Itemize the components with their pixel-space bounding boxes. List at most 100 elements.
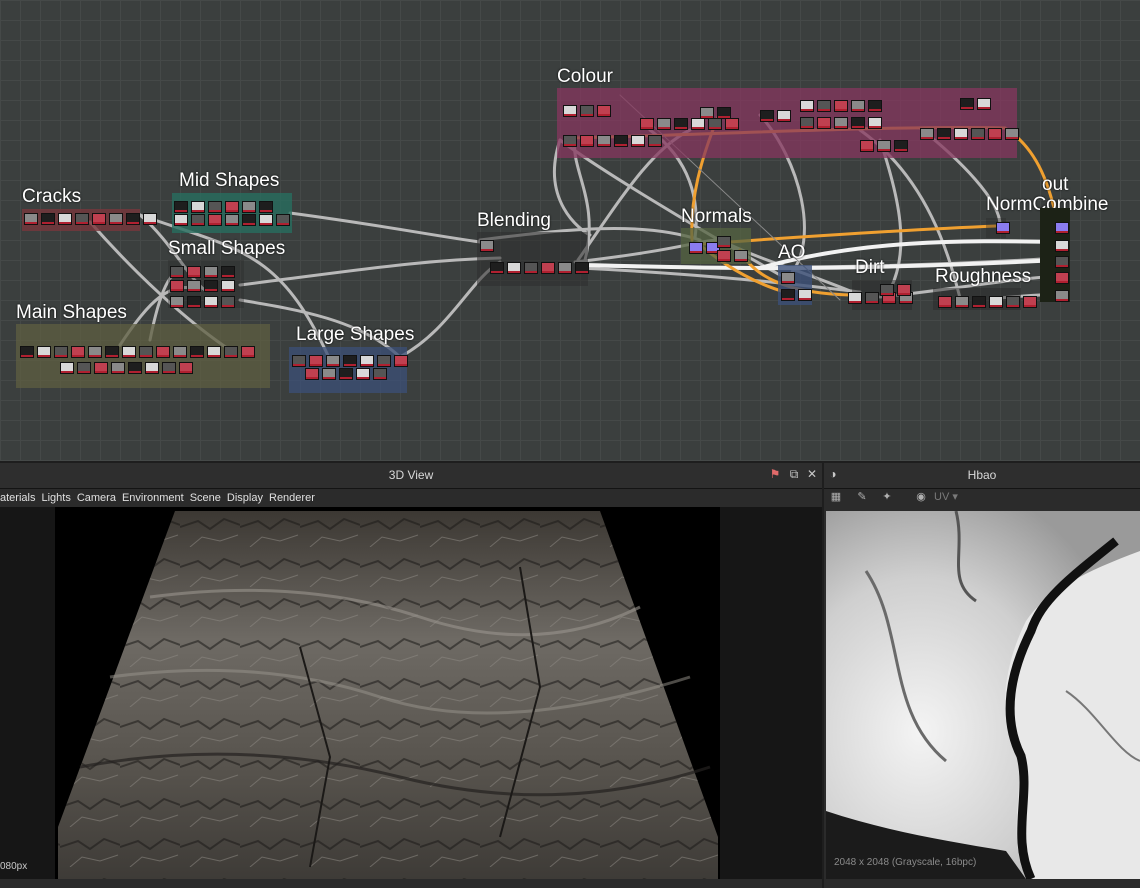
graph-node[interactable] bbox=[920, 128, 934, 140]
graph-node[interactable] bbox=[94, 362, 108, 374]
menu-display[interactable]: Display bbox=[227, 492, 263, 504]
graph-node[interactable] bbox=[490, 262, 504, 274]
graph-node[interactable] bbox=[221, 280, 235, 292]
graph-node[interactable] bbox=[225, 214, 239, 226]
graph-node[interactable] bbox=[156, 346, 170, 358]
graph-node[interactable] bbox=[977, 98, 991, 110]
graph-node[interactable] bbox=[648, 135, 662, 147]
graph-node[interactable] bbox=[894, 140, 908, 152]
graph-node[interactable] bbox=[242, 214, 256, 226]
graph-node[interactable] bbox=[851, 117, 865, 129]
graph-node[interactable] bbox=[122, 346, 136, 358]
graph-node[interactable] bbox=[760, 110, 774, 122]
graph-node[interactable] bbox=[524, 262, 538, 274]
graph-node[interactable] bbox=[343, 355, 357, 367]
graph-node[interactable] bbox=[817, 117, 831, 129]
graph-node[interactable] bbox=[880, 284, 894, 296]
graph-node[interactable] bbox=[88, 346, 102, 358]
graph-node[interactable] bbox=[162, 362, 176, 374]
graph-node[interactable] bbox=[179, 362, 193, 374]
graph-node[interactable] bbox=[708, 118, 722, 130]
graph-node[interactable] bbox=[817, 100, 831, 112]
graph-node[interactable] bbox=[996, 222, 1010, 234]
graph-node[interactable] bbox=[657, 118, 671, 130]
graph-node[interactable] bbox=[190, 346, 204, 358]
graph-node[interactable] bbox=[373, 368, 387, 380]
graph-node[interactable] bbox=[734, 250, 748, 262]
graph-node[interactable] bbox=[691, 118, 705, 130]
graph-node[interactable] bbox=[960, 98, 974, 110]
graph-node[interactable] bbox=[800, 100, 814, 112]
graph-node[interactable] bbox=[851, 100, 865, 112]
target-icon[interactable]: ✦ bbox=[880, 491, 894, 503]
graph-node[interactable] bbox=[700, 107, 714, 119]
close-icon[interactable]: ✕ bbox=[805, 467, 819, 481]
graph-node[interactable] bbox=[241, 346, 255, 358]
graph-node[interactable] bbox=[777, 110, 791, 122]
graph-node[interactable] bbox=[631, 135, 645, 147]
graph-node[interactable] bbox=[204, 266, 218, 278]
frame-mid-shapes[interactable] bbox=[172, 193, 292, 233]
graph-node[interactable] bbox=[725, 118, 739, 130]
graph-node[interactable] bbox=[128, 362, 142, 374]
graph-node[interactable] bbox=[77, 362, 91, 374]
graph-node[interactable] bbox=[868, 117, 882, 129]
export-icon[interactable]: ▦ bbox=[829, 491, 843, 503]
graph-node[interactable] bbox=[1055, 222, 1069, 234]
graph-node[interactable] bbox=[170, 296, 184, 308]
graph-node[interactable] bbox=[580, 135, 594, 147]
graph-node[interactable] bbox=[954, 128, 968, 140]
graph-node[interactable] bbox=[242, 201, 256, 213]
graph-node[interactable] bbox=[111, 362, 125, 374]
graph-node[interactable] bbox=[326, 355, 340, 367]
graph-node[interactable] bbox=[109, 213, 123, 225]
graph-node[interactable] bbox=[356, 368, 370, 380]
graph-node[interactable] bbox=[955, 296, 969, 308]
graph-node[interactable] bbox=[60, 362, 74, 374]
menu-renderer[interactable]: Renderer bbox=[269, 492, 315, 504]
graph-node[interactable] bbox=[689, 242, 703, 254]
graph-node[interactable] bbox=[20, 346, 34, 358]
graph-node[interactable] bbox=[640, 118, 654, 130]
graph-node[interactable] bbox=[938, 296, 952, 308]
menu-environment[interactable]: Environment bbox=[122, 492, 184, 504]
graph-node[interactable] bbox=[75, 213, 89, 225]
menu-materials[interactable]: aterials bbox=[0, 492, 35, 504]
graph-node[interactable] bbox=[394, 355, 408, 367]
graph-node[interactable] bbox=[37, 346, 51, 358]
graph-node[interactable] bbox=[541, 262, 555, 274]
graph-node[interactable] bbox=[143, 213, 157, 225]
graph-node[interactable] bbox=[208, 214, 222, 226]
graph-node[interactable] bbox=[174, 201, 188, 213]
graph-node[interactable] bbox=[41, 213, 55, 225]
graph-node[interactable] bbox=[580, 105, 594, 117]
pin-icon[interactable]: ⚑ bbox=[768, 467, 782, 481]
graph-node[interactable] bbox=[92, 213, 106, 225]
graph-node[interactable] bbox=[360, 355, 374, 367]
graph-node[interactable] bbox=[71, 346, 85, 358]
graph-node[interactable] bbox=[972, 296, 986, 308]
graph-node[interactable] bbox=[187, 280, 201, 292]
graph-node[interactable] bbox=[221, 296, 235, 308]
graph-node[interactable] bbox=[174, 214, 188, 226]
light-icon[interactable]: ◑ bbox=[826, 467, 840, 481]
graph-node[interactable] bbox=[322, 368, 336, 380]
menu-camera[interactable]: Camera bbox=[77, 492, 116, 504]
graph-node[interactable] bbox=[798, 289, 812, 301]
graph-node[interactable] bbox=[860, 140, 874, 152]
graph-node[interactable] bbox=[191, 214, 205, 226]
graph-node[interactable] bbox=[781, 272, 795, 284]
graph-node[interactable] bbox=[204, 296, 218, 308]
edit-icon[interactable]: ✎ bbox=[855, 491, 869, 503]
graph-node[interactable] bbox=[717, 250, 731, 262]
menu-scene[interactable]: Scene bbox=[190, 492, 221, 504]
graph-node[interactable] bbox=[259, 214, 273, 226]
graph-node[interactable] bbox=[1006, 296, 1020, 308]
graph-node[interactable] bbox=[139, 346, 153, 358]
node-graph-canvas[interactable]: Colour Cracks Mid Shapes Small Shapes Ma… bbox=[0, 0, 1140, 461]
graph-node[interactable] bbox=[58, 213, 72, 225]
graph-node[interactable] bbox=[834, 117, 848, 129]
graph-node[interactable] bbox=[170, 280, 184, 292]
graph-node[interactable] bbox=[170, 266, 184, 278]
graph-node[interactable] bbox=[187, 266, 201, 278]
